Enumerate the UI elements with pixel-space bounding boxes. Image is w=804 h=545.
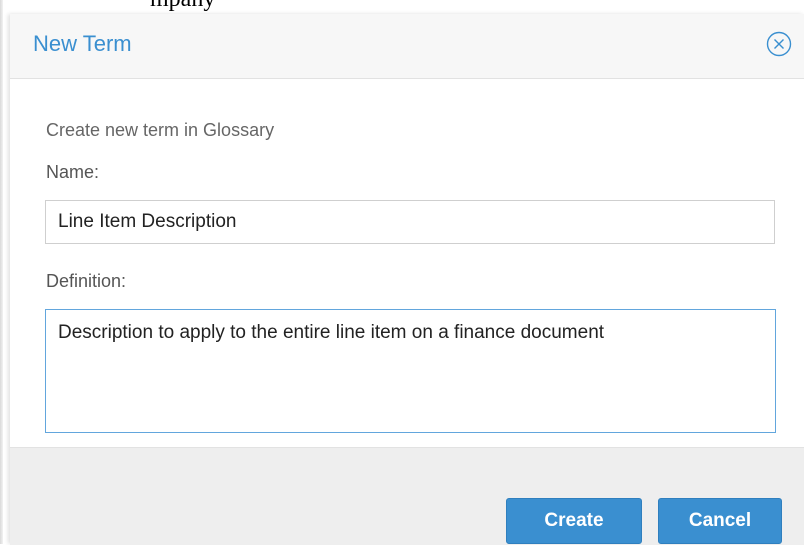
close-button[interactable] <box>766 31 792 57</box>
cancel-button[interactable]: Cancel <box>658 498 782 544</box>
background-page-edge <box>0 0 3 544</box>
dialog-title: New Term <box>33 31 132 56</box>
name-label: Name: <box>46 162 100 182</box>
circle-x-icon <box>766 31 792 57</box>
create-button[interactable]: Create <box>506 498 642 544</box>
dialog-body: Create new term in Glossary Name: Defini… <box>10 79 804 448</box>
background-page-fragment: mpany <box>0 0 804 14</box>
dialog-header: New Term <box>10 14 804 79</box>
background-partial-text: mpany <box>150 0 215 13</box>
definition-label: Definition: <box>46 271 127 291</box>
new-term-dialog: New Term Create new term in Glossary Nam… <box>10 14 804 545</box>
name-input[interactable] <box>45 200 775 244</box>
dialog-footer: Create Cancel <box>10 447 804 545</box>
definition-textarea[interactable]: Description to apply to the entire line … <box>45 309 776 433</box>
dialog-subtitle: Create new term in Glossary <box>46 120 275 140</box>
